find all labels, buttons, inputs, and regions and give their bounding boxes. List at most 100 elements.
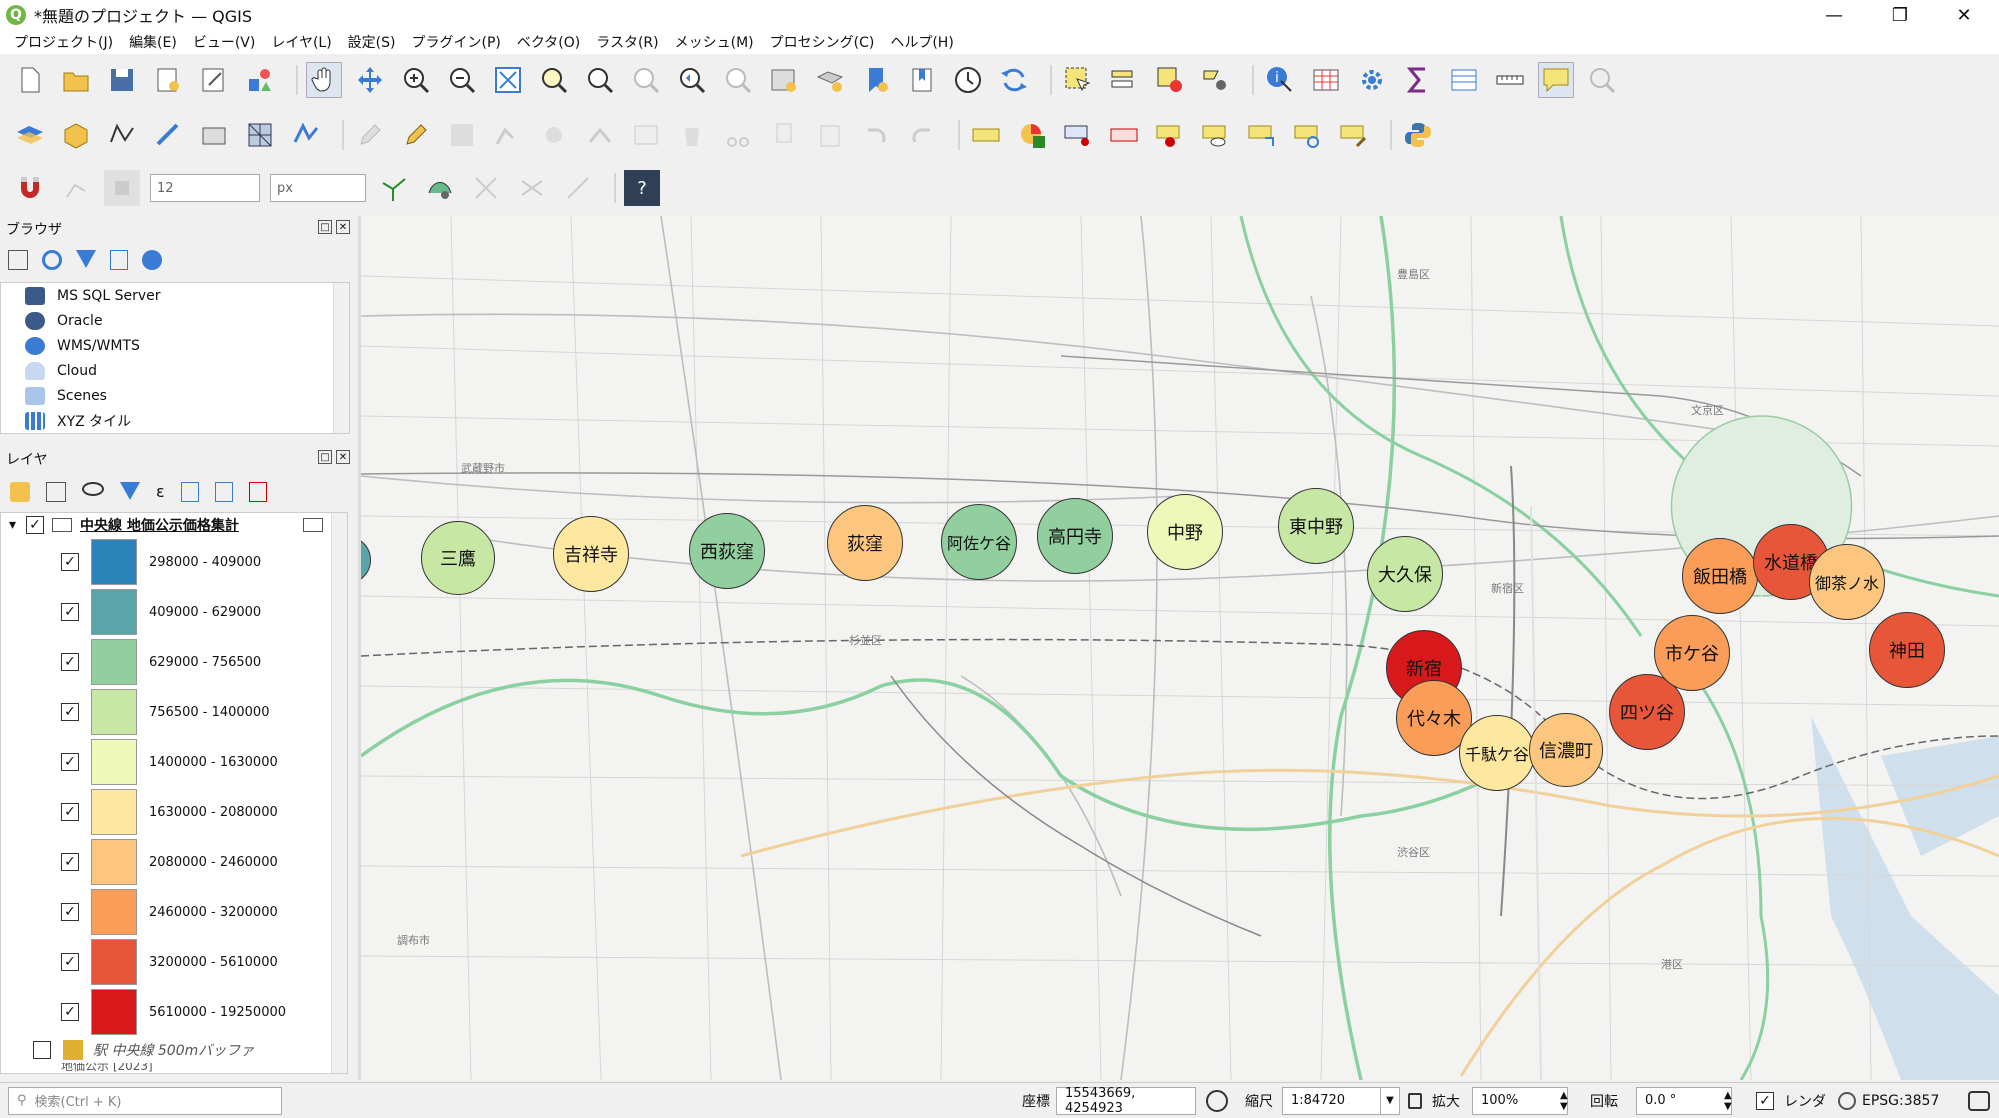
pan-to-selection-icon[interactable] bbox=[352, 62, 388, 98]
collapse-all-layers-icon[interactable] bbox=[214, 482, 233, 502]
measure-line-icon[interactable] bbox=[1492, 62, 1528, 98]
layer-diagram-icon[interactable] bbox=[1014, 117, 1050, 153]
toggle-editing-icon[interactable] bbox=[398, 117, 434, 153]
snap-intersection-icon[interactable] bbox=[422, 170, 458, 206]
save-project-icon[interactable] bbox=[104, 62, 140, 98]
legend-class-checkbox[interactable]: ✓ bbox=[61, 553, 79, 571]
refresh-icon[interactable] bbox=[996, 62, 1032, 98]
legend-class-row[interactable]: ✓ 2460000 - 3200000 bbox=[1, 887, 347, 937]
snap-unit-select[interactable]: px bbox=[270, 174, 366, 202]
attribute-table-icon[interactable] bbox=[1308, 62, 1344, 98]
add-group-icon[interactable] bbox=[46, 482, 66, 502]
partial-layer-row[interactable]: 地価公示 [2023] bbox=[1, 1063, 347, 1073]
deselect-features-icon[interactable] bbox=[1152, 62, 1188, 98]
station-buffer-circle[interactable]: 千駄ケ谷 bbox=[1459, 715, 1535, 791]
layout-manager-icon[interactable] bbox=[196, 62, 232, 98]
menu-raster[interactable]: ラスタ(R) bbox=[588, 32, 666, 52]
zoom-in-icon[interactable] bbox=[398, 62, 434, 98]
station-buffer-circle[interactable]: 飯田橋 bbox=[1682, 538, 1758, 614]
new-spatialite-layer-icon[interactable] bbox=[288, 117, 324, 153]
properties-info-icon[interactable] bbox=[142, 250, 162, 270]
identify-features-icon[interactable]: i bbox=[1262, 62, 1298, 98]
group-layer-checkbox[interactable]: ✓ bbox=[26, 516, 45, 534]
rotation-input[interactable]: 0.0 ° bbox=[1636, 1086, 1732, 1115]
browser-item-scenes[interactable]: Scenes bbox=[1, 383, 349, 408]
new-mesh-layer-icon[interactable] bbox=[242, 117, 278, 153]
coordinate-input[interactable]: 15543669, 4254923 bbox=[1056, 1086, 1196, 1116]
label-layer-icon[interactable] bbox=[968, 117, 1004, 153]
data-source-manager-icon[interactable] bbox=[12, 117, 48, 153]
legend-class-checkbox[interactable]: ✓ bbox=[61, 903, 79, 921]
browser-item-cloud[interactable]: Cloud bbox=[1, 358, 349, 383]
show-bookmarks-icon[interactable] bbox=[904, 62, 940, 98]
menu-project[interactable]: プロジェクト(J) bbox=[6, 32, 121, 52]
menu-processing[interactable]: プロセシング(C) bbox=[762, 32, 883, 52]
legend-class-row[interactable]: ✓ 298000 - 409000 bbox=[1, 537, 347, 587]
messages-icon[interactable] bbox=[1968, 1090, 1990, 1111]
zoom-last-icon[interactable] bbox=[674, 62, 710, 98]
show-hide-labels-icon[interactable] bbox=[1106, 117, 1142, 153]
station-buffer-circle[interactable]: 阿佐ケ谷 bbox=[941, 504, 1017, 580]
legend-class-checkbox[interactable]: ✓ bbox=[61, 603, 79, 621]
station-buffer-circle[interactable]: 神田 bbox=[1869, 612, 1945, 688]
move-label-icon[interactable] bbox=[1152, 117, 1188, 153]
temporal-controller-icon[interactable] bbox=[950, 62, 986, 98]
magnifier-input[interactable]: 100% bbox=[1472, 1086, 1568, 1115]
legend-class-checkbox[interactable]: ✓ bbox=[61, 853, 79, 871]
legend-class-checkbox[interactable]: ✓ bbox=[61, 703, 79, 721]
new-3d-view-icon[interactable] bbox=[812, 62, 848, 98]
render-checkbox[interactable]: ✓ bbox=[1756, 1091, 1774, 1110]
remove-layer-icon[interactable] bbox=[248, 482, 267, 502]
minimize-button[interactable]: — bbox=[1802, 0, 1866, 30]
menu-view[interactable]: ビュー(V) bbox=[185, 32, 264, 52]
buffer-layer-row[interactable]: 駅 中央線 500mバッファ bbox=[1, 1037, 347, 1063]
open-styling-icon[interactable] bbox=[10, 482, 30, 502]
magnifier-spin-icon[interactable]: ▲ ▼ bbox=[1560, 1090, 1568, 1112]
new-shapefile-layer-icon[interactable] bbox=[104, 117, 140, 153]
legend-class-row[interactable]: ✓ 409000 - 629000 bbox=[1, 587, 347, 637]
station-buffer-circle[interactable]: 大久保 bbox=[1367, 536, 1443, 612]
change-label-icon[interactable] bbox=[1290, 117, 1326, 153]
station-buffer-circle[interactable]: 中野 bbox=[1147, 494, 1223, 570]
station-buffer-circle[interactable]: 御茶ノ水 bbox=[1809, 544, 1885, 620]
browser-scrollbar[interactable] bbox=[333, 283, 349, 433]
bookmark-icon[interactable] bbox=[858, 62, 894, 98]
maximize-button[interactable]: ❐ bbox=[1868, 0, 1932, 30]
station-buffer-circle[interactable]: 西荻窪 bbox=[689, 513, 765, 589]
station-buffer-circle[interactable]: 三鷹 bbox=[421, 521, 495, 595]
legend-class-checkbox[interactable]: ✓ bbox=[61, 653, 79, 671]
processing-toolbox-icon[interactable] bbox=[1354, 62, 1390, 98]
locator-search-input[interactable]: ⚲ 検索(Ctrl + K) bbox=[8, 1086, 282, 1115]
legend-class-row[interactable]: ✓ 2080000 - 2460000 bbox=[1, 837, 347, 887]
zoom-to-layer-icon[interactable] bbox=[582, 62, 618, 98]
add-selected-layers-icon[interactable] bbox=[8, 250, 28, 270]
scale-input[interactable]: 1:84720 bbox=[1282, 1086, 1382, 1115]
rotate-label-icon[interactable] bbox=[1244, 117, 1280, 153]
browser-item-oracle[interactable]: Oracle bbox=[1, 308, 349, 333]
snap-tolerance-input[interactable]: 12 bbox=[150, 174, 260, 202]
menu-mesh[interactable]: メッシュ(M) bbox=[667, 32, 762, 52]
statistics-icon[interactable] bbox=[1400, 62, 1436, 98]
manage-visibility-icon[interactable] bbox=[82, 482, 104, 496]
new-geopackage-layer-icon[interactable] bbox=[58, 117, 94, 153]
browser-close-button[interactable]: ✕ bbox=[336, 220, 350, 234]
legend-class-row[interactable]: ✓ 756500 - 1400000 bbox=[1, 687, 347, 737]
menu-edit[interactable]: 編集(E) bbox=[121, 32, 185, 52]
legend-class-checkbox[interactable]: ✓ bbox=[61, 753, 79, 771]
new-map-view-icon[interactable] bbox=[766, 62, 802, 98]
filter-expression-icon[interactable]: ε bbox=[156, 482, 165, 502]
browser-item-wms[interactable]: WMS/WMTS bbox=[1, 333, 349, 358]
zoom-to-selection-icon[interactable] bbox=[536, 62, 572, 98]
new-virtual-layer-icon[interactable] bbox=[196, 117, 232, 153]
topological-editing-icon[interactable] bbox=[376, 170, 412, 206]
layers-close-button[interactable]: ✕ bbox=[336, 450, 350, 464]
new-project-icon[interactable] bbox=[12, 62, 48, 98]
station-buffer-circle[interactable]: 信濃町 bbox=[1529, 713, 1603, 787]
rotation-spin-icon[interactable]: ▲ ▼ bbox=[1724, 1090, 1732, 1112]
menu-layer[interactable]: レイヤ(L) bbox=[263, 32, 339, 52]
legend-class-row[interactable]: ✓ 1400000 - 1630000 bbox=[1, 737, 347, 787]
crs-button[interactable]: EPSG:3857 bbox=[1862, 1093, 1939, 1109]
station-buffer-circle[interactable]: 高円寺 bbox=[1037, 498, 1113, 574]
collapse-all-icon[interactable] bbox=[110, 250, 128, 270]
expand-all-icon[interactable] bbox=[180, 482, 199, 502]
